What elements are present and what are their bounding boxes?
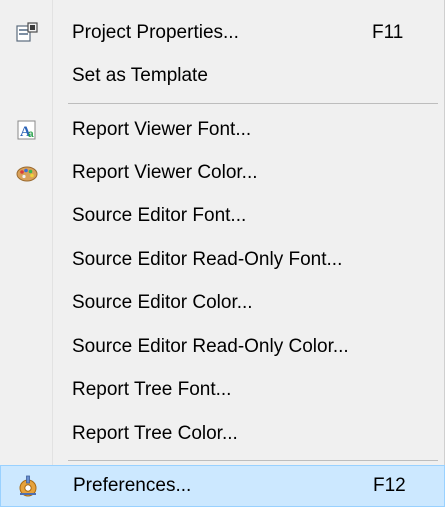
menu-separator [68,460,438,461]
menu-item-source-editor-font[interactable]: Source Editor Font... [0,195,428,237]
menu-item-label: Preferences... [73,475,192,496]
menu-item-shortcut: F12 [373,475,406,496]
menu-item-report-tree-font[interactable]: Report Tree Font... [0,369,428,411]
menu-item-source-editor-readonly-font[interactable]: Source Editor Read-Only Font... [0,239,428,281]
menu-item-label: Set as Template [72,65,208,86]
menu-item-report-viewer-font[interactable]: A a Report Viewer Font... [0,109,428,151]
menu-item-report-viewer-color[interactable]: Report Viewer Color... [0,152,428,194]
menu-item-preferences[interactable]: Preferences... F12 [0,465,445,507]
menu-item-label: Report Tree Font... [72,379,232,400]
menu-item-label: Source Editor Color... [72,292,253,313]
menu-item-source-editor-color[interactable]: Source Editor Color... [0,282,428,324]
menu-item-label: Source Editor Read-Only Font... [72,249,343,270]
menu-separator [68,103,438,104]
menu-item-label: Report Viewer Color... [72,162,258,183]
menu-item-label: Source Editor Read-Only Color... [72,336,349,357]
menu-item-label: Report Viewer Font... [72,119,252,140]
menu-item-report-tree-color[interactable]: Report Tree Color... [0,413,428,455]
menu-item-label: Source Editor Font... [72,205,247,226]
palette-icon [15,161,39,185]
menu-item-source-editor-readonly-color[interactable]: Source Editor Read-Only Color... [0,326,428,368]
font-icon: A a [15,118,39,142]
svg-text:a: a [28,129,34,140]
menu-item-shortcut: F11 [372,22,404,43]
menu-item-set-as-template[interactable]: Set as Template [0,55,428,97]
preferences-icon [16,474,40,498]
context-menu: Project Properties... F11 Set as Templat… [0,0,445,507]
menu-item-project-properties[interactable]: Project Properties... F11 [0,12,428,54]
project-properties-icon [15,21,39,45]
menu-item-label: Report Tree Color... [72,423,238,444]
menu-item-label: Project Properties... [72,22,239,43]
